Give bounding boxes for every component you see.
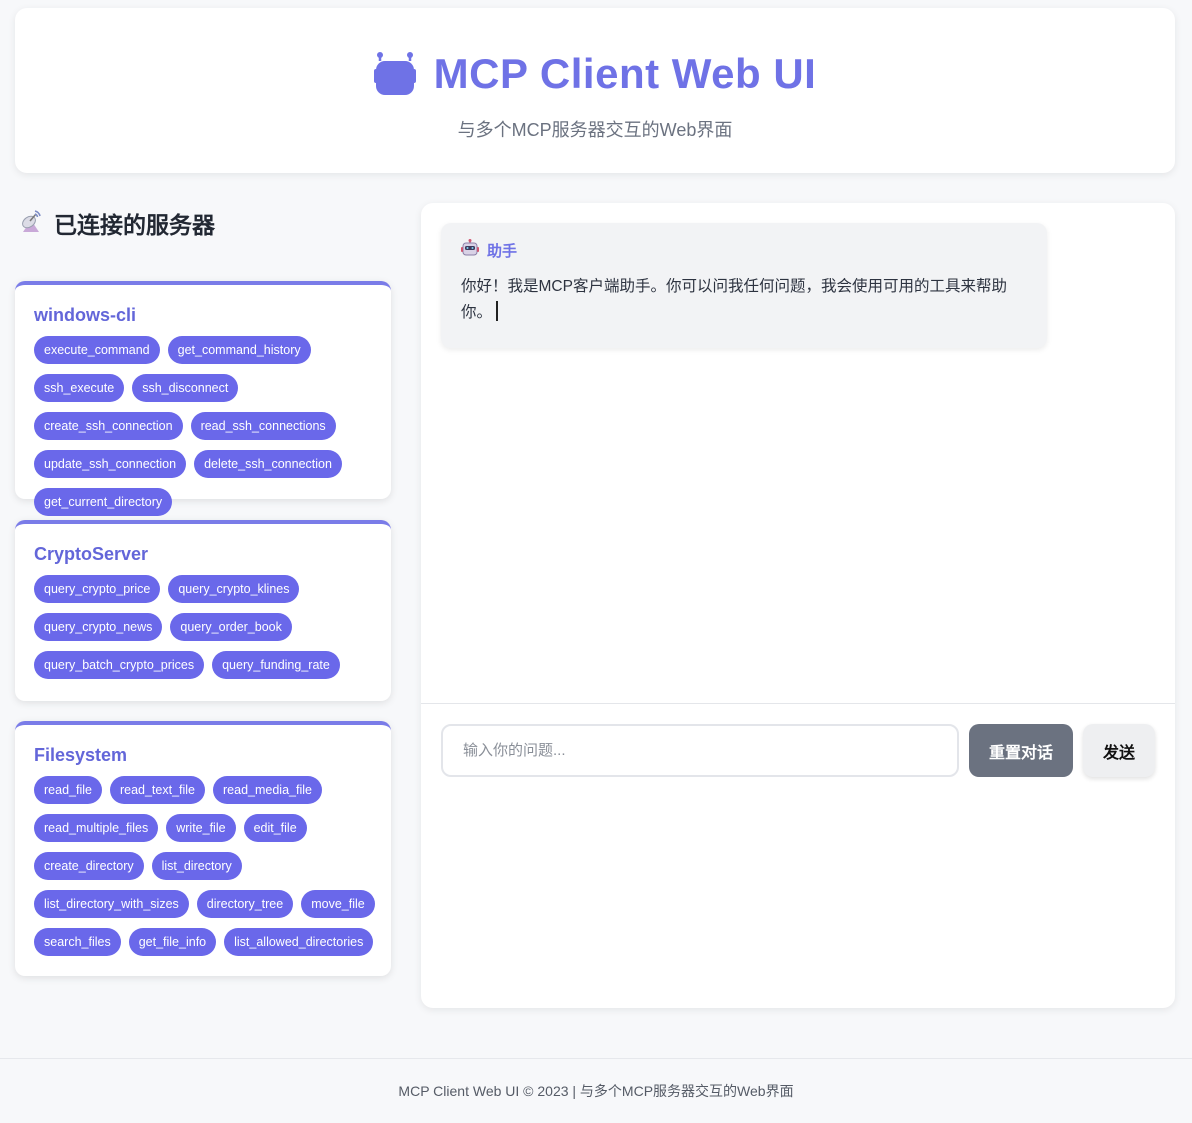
robot-icon bbox=[373, 51, 416, 97]
tool-chip[interactable]: write_file bbox=[166, 814, 236, 842]
server-name: windows-cli bbox=[34, 305, 137, 325]
tool-list: query_crypto_price query_crypto_klines q… bbox=[34, 575, 375, 679]
tool-chip[interactable]: read_media_file bbox=[213, 776, 322, 804]
page-subtitle: 与多个MCP服务器交互的Web界面 bbox=[457, 120, 733, 140]
tool-chip[interactable]: read_file bbox=[34, 776, 102, 804]
tool-list: execute_command get_command_history ssh_… bbox=[34, 336, 375, 516]
tool-chip[interactable]: list_directory bbox=[151, 852, 242, 880]
robot-icon bbox=[461, 239, 479, 262]
chat-panel: 助手 你好！我是MCP客户端助手。你可以问我任何问题，我会使用可用的工具来帮助你… bbox=[421, 203, 1175, 1008]
tool-chip[interactable]: ssh_disconnect bbox=[132, 374, 239, 402]
sidebar-header: 已连接的服务器 bbox=[20, 206, 215, 240]
tool-chip[interactable]: get_command_history bbox=[167, 336, 311, 364]
send-button[interactable]: 发送 bbox=[1083, 724, 1155, 777]
tool-chip[interactable]: execute_command bbox=[34, 336, 160, 364]
sidebar-title: 已连接的服务器 bbox=[54, 212, 215, 238]
server-card-cryptoserver: CryptoServer query_crypto_price query_cr… bbox=[15, 520, 391, 701]
tool-chip[interactable]: query_funding_rate bbox=[212, 651, 340, 679]
tool-chip[interactable]: list_directory_with_sizes bbox=[34, 890, 189, 918]
header-title-row: MCP Client Web UI bbox=[15, 50, 1175, 98]
tool-chip[interactable]: directory_tree bbox=[196, 890, 294, 918]
tool-list: read_file read_text_file read_media_file… bbox=[34, 776, 375, 956]
tool-chip[interactable]: query_crypto_price bbox=[34, 575, 161, 603]
tool-chip[interactable]: search_files bbox=[34, 928, 121, 956]
server-name: Filesystem bbox=[34, 745, 128, 765]
satellite-icon bbox=[20, 208, 42, 239]
divider bbox=[421, 703, 1175, 704]
tool-chip[interactable]: read_ssh_connections bbox=[190, 412, 336, 440]
message-header: 助手 bbox=[461, 239, 1027, 262]
app-header: MCP Client Web UI 与多个MCP服务器交互的Web界面 bbox=[15, 8, 1175, 173]
tool-chip[interactable]: read_multiple_files bbox=[34, 814, 159, 842]
server-card-filesystem: Filesystem read_file read_text_file read… bbox=[15, 721, 391, 976]
tool-chip[interactable]: query_order_book bbox=[170, 613, 292, 641]
tool-chip[interactable]: update_ssh_connection bbox=[34, 450, 187, 478]
text-cursor bbox=[496, 301, 499, 321]
message-text: 你好！我是MCP客户端助手。你可以问我任何问题，我会使用可用的工具来帮助你。 bbox=[461, 274, 1027, 326]
tool-chip[interactable]: query_crypto_news bbox=[34, 613, 163, 641]
message-sender: 助手 bbox=[487, 243, 518, 260]
server-name: CryptoServer bbox=[34, 544, 149, 564]
tool-chip[interactable]: get_current_directory bbox=[34, 488, 173, 516]
chat-input[interactable] bbox=[441, 724, 959, 777]
tool-chip[interactable]: create_directory bbox=[34, 852, 144, 880]
tool-chip[interactable]: move_file bbox=[301, 890, 375, 918]
tool-chip[interactable]: get_file_info bbox=[128, 928, 217, 956]
tool-chip[interactable]: list_allowed_directories bbox=[224, 928, 374, 956]
footer: MCP Client Web UI © 2023 | 与多个MCP服务器交互的W… bbox=[0, 1058, 1192, 1123]
tool-chip[interactable]: create_ssh_connection bbox=[34, 412, 183, 440]
message-body: 你好！我是MCP客户端助手。你可以问我任何问题，我会使用可用的工具来帮助你。 bbox=[461, 278, 1007, 321]
tool-chip[interactable]: read_text_file bbox=[109, 776, 206, 804]
reset-conversation-button[interactable]: 重置对话 bbox=[969, 724, 1073, 777]
tool-chip[interactable]: query_crypto_klines bbox=[168, 575, 300, 603]
assistant-message: 助手 你好！我是MCP客户端助手。你可以问我任何问题，我会使用可用的工具来帮助你… bbox=[441, 223, 1047, 348]
server-card-windows-cli: windows-cli execute_command get_command_… bbox=[15, 281, 391, 516]
tool-chip[interactable]: edit_file bbox=[243, 814, 307, 842]
page-title: MCP Client Web UI bbox=[433, 50, 817, 97]
tool-chip[interactable]: ssh_execute bbox=[34, 374, 125, 402]
tool-chip[interactable]: delete_ssh_connection bbox=[194, 450, 342, 478]
tool-chip[interactable]: query_batch_crypto_prices bbox=[34, 651, 205, 679]
